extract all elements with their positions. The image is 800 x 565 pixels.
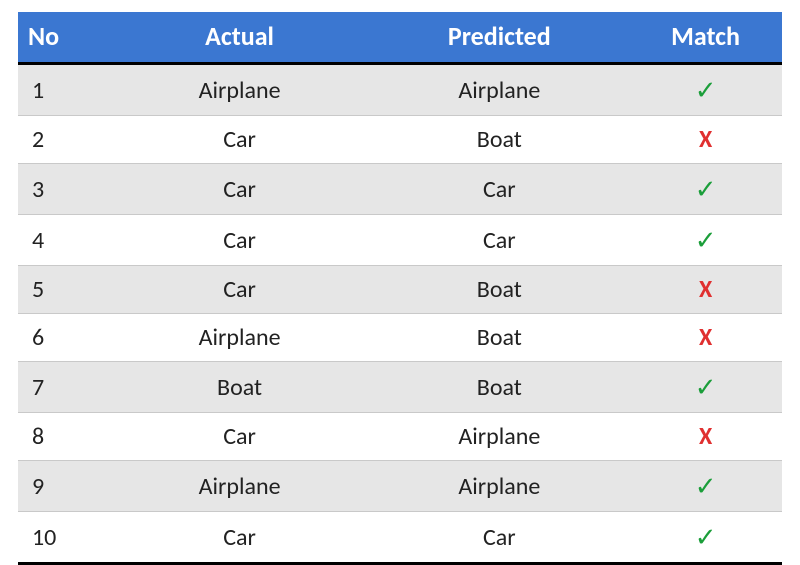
cell-actual: Car xyxy=(110,164,370,215)
table-row: 1AirplaneAirplane✓ xyxy=(18,64,782,116)
cell-no: 3 xyxy=(18,164,110,215)
cell-predicted: Boat xyxy=(369,362,629,413)
check-icon: ✓ xyxy=(695,224,717,256)
table-row: 3CarCar✓ xyxy=(18,164,782,215)
cell-predicted: Car xyxy=(369,215,629,266)
table-row: 4CarCar✓ xyxy=(18,215,782,266)
cell-actual: Airplane xyxy=(110,64,370,116)
cell-match: ✓ xyxy=(629,512,782,564)
table-row: 9AirplaneAirplane✓ xyxy=(18,461,782,512)
cell-predicted: Boat xyxy=(369,116,629,164)
cell-predicted: Airplane xyxy=(369,461,629,512)
cell-match: X xyxy=(629,314,782,362)
table-row: 10CarCar✓ xyxy=(18,512,782,564)
check-icon: ✓ xyxy=(695,470,717,502)
table-header-row: No Actual Predicted Match xyxy=(18,12,782,64)
check-icon: ✓ xyxy=(695,371,717,403)
cell-actual: Car xyxy=(110,215,370,266)
cell-predicted: Car xyxy=(369,164,629,215)
cell-actual: Airplane xyxy=(110,314,370,362)
cell-match: ✓ xyxy=(629,461,782,512)
cell-actual: Car xyxy=(110,512,370,564)
cell-no: 4 xyxy=(18,215,110,266)
header-actual: Actual xyxy=(110,12,370,64)
cell-match: ✓ xyxy=(629,164,782,215)
cell-predicted: Boat xyxy=(369,314,629,362)
check-icon: ✓ xyxy=(695,74,717,106)
table-body: 1AirplaneAirplane✓2CarBoatX3CarCar✓4CarC… xyxy=(18,64,782,564)
cell-actual: Car xyxy=(110,413,370,461)
cell-predicted: Boat xyxy=(369,266,629,314)
cell-match: X xyxy=(629,116,782,164)
cross-icon: X xyxy=(699,323,712,352)
header-match: Match xyxy=(629,12,782,64)
cell-match: ✓ xyxy=(629,64,782,116)
cell-no: 1 xyxy=(18,64,110,116)
cell-predicted: Airplane xyxy=(369,64,629,116)
cell-no: 8 xyxy=(18,413,110,461)
cell-no: 7 xyxy=(18,362,110,413)
table-row: 8CarAirplane X xyxy=(18,413,782,461)
cell-no: 5 xyxy=(18,266,110,314)
cell-no: 9 xyxy=(18,461,110,512)
classification-results-table: No Actual Predicted Match 1AirplaneAirpl… xyxy=(18,12,782,565)
cell-no: 10 xyxy=(18,512,110,564)
cell-match: ✓ xyxy=(629,215,782,266)
cell-no: 6 xyxy=(18,314,110,362)
cross-icon: X xyxy=(699,422,712,451)
check-icon: ✓ xyxy=(695,521,717,553)
cell-actual: Car xyxy=(110,266,370,314)
cross-icon: X xyxy=(699,125,712,154)
cell-predicted: Car xyxy=(369,512,629,564)
table-row: 5CarBoat X xyxy=(18,266,782,314)
table-row: 7BoatBoat✓ xyxy=(18,362,782,413)
cell-match: ✓ xyxy=(629,362,782,413)
cell-predicted: Airplane xyxy=(369,413,629,461)
check-icon: ✓ xyxy=(695,173,717,205)
cell-match: X xyxy=(629,413,782,461)
table-row: 2CarBoat X xyxy=(18,116,782,164)
cross-icon: X xyxy=(699,275,712,304)
cell-actual: Car xyxy=(110,116,370,164)
cell-actual: Airplane xyxy=(110,461,370,512)
table-row: 6AirplaneBoat X xyxy=(18,314,782,362)
cell-match: X xyxy=(629,266,782,314)
cell-no: 2 xyxy=(18,116,110,164)
cell-actual: Boat xyxy=(110,362,370,413)
header-predicted: Predicted xyxy=(369,12,629,64)
header-no: No xyxy=(18,12,110,64)
